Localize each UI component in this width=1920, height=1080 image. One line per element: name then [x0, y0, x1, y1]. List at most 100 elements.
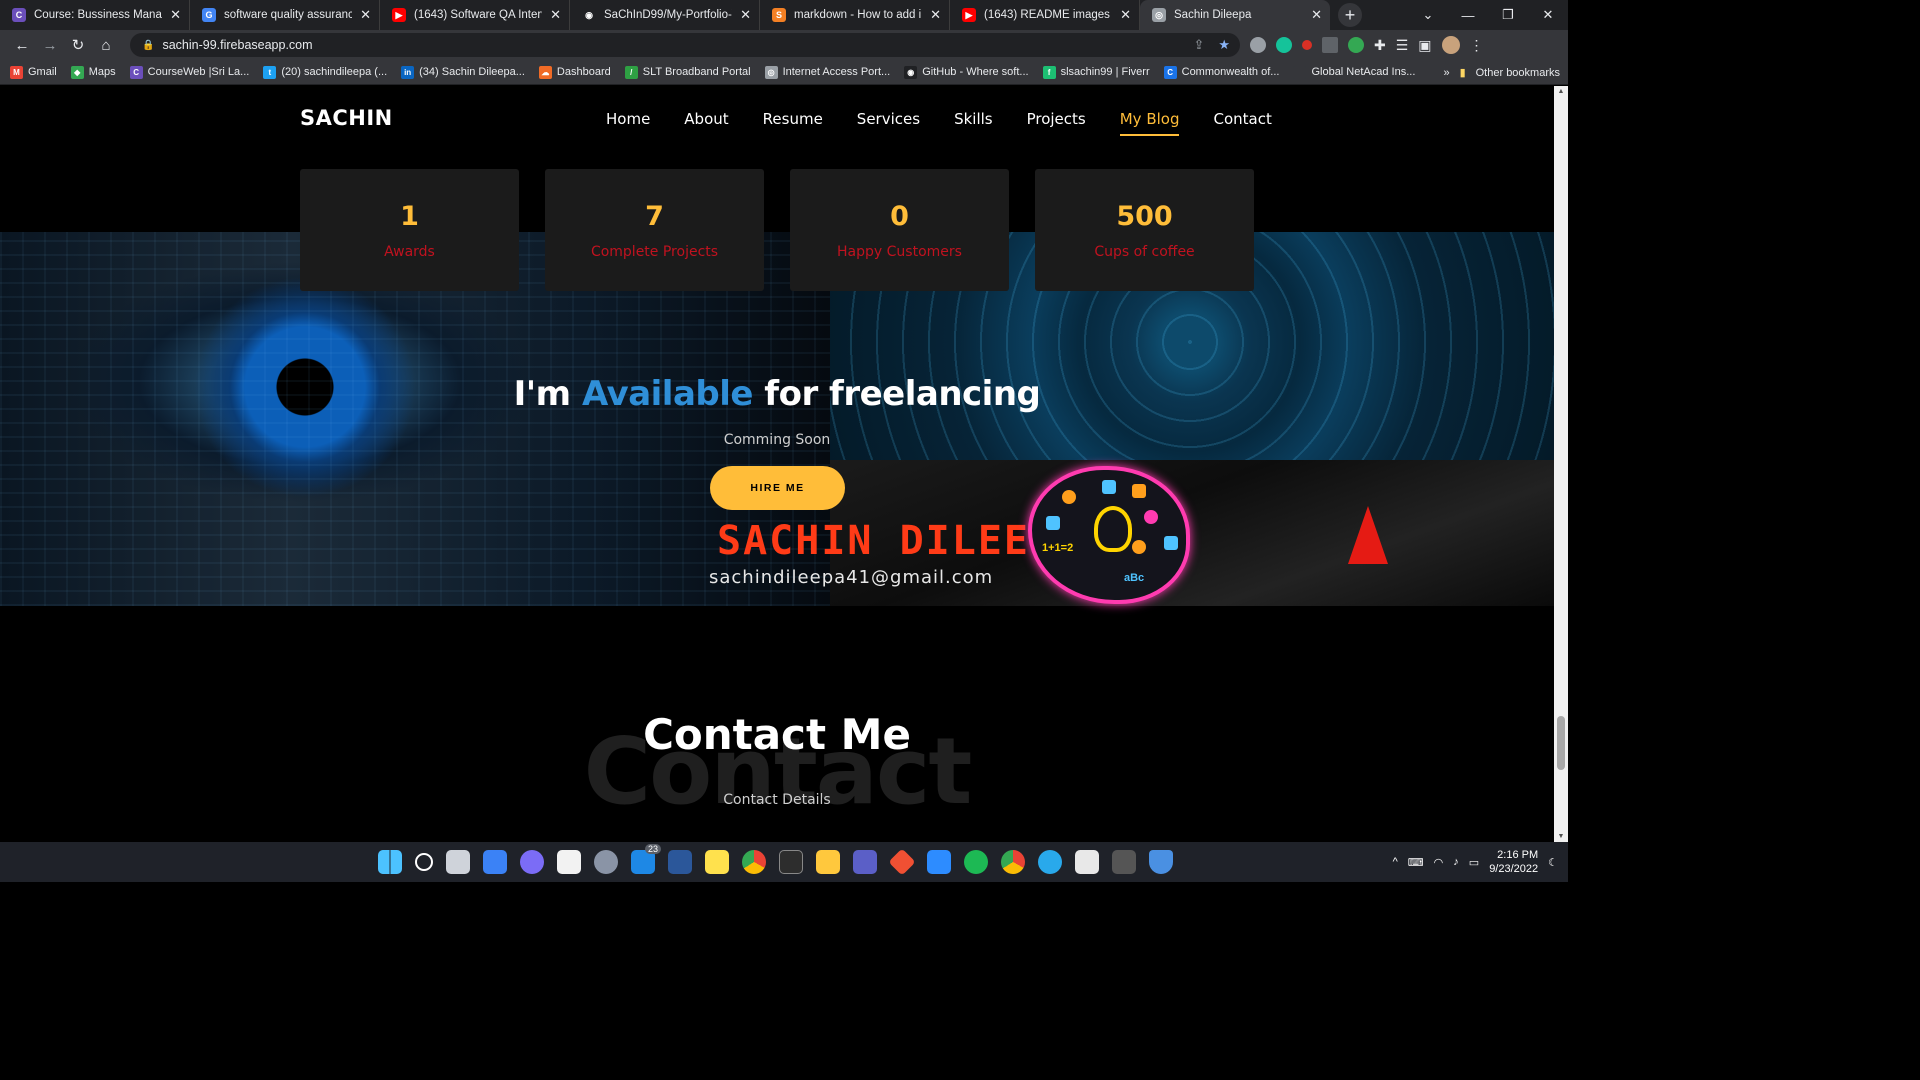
bookmark-item[interactable]: M Gmail [10, 65, 57, 79]
reload-icon[interactable]: ↻ [64, 36, 92, 54]
share-icon[interactable]: ⇪ [1193, 37, 1204, 53]
file-explorer-icon[interactable] [816, 850, 840, 874]
volume-icon[interactable]: ♪ [1453, 856, 1459, 868]
task-view-icon[interactable] [446, 850, 470, 874]
mail-icon[interactable]: 23 [631, 844, 661, 874]
hire-me-button[interactable]: HIRE ME [710, 466, 845, 510]
bookmark-item[interactable]: t (20) sachindileepa (... [263, 65, 387, 79]
site-brand[interactable]: SACHIN [300, 106, 393, 130]
nav-link-resume[interactable]: Resume [763, 110, 823, 132]
scroll-up-icon[interactable]: ▲ [1554, 88, 1568, 95]
nav-link-contact[interactable]: Contact [1213, 110, 1271, 132]
zoom-icon[interactable] [927, 850, 951, 874]
bookmark-item[interactable]: ◎ Internet Access Port... [764, 65, 890, 79]
bookmark-item[interactable]: ◉ GitHub - Where soft... [904, 65, 1029, 79]
browser-tab[interactable]: ▶ (1643) Software QA Interview ✕ [380, 0, 570, 30]
chart-icon [1102, 480, 1116, 494]
nav-link-skills[interactable]: Skills [954, 110, 993, 132]
git-icon[interactable] [888, 848, 916, 876]
bookmark-item[interactable]: C CourseWeb |Sri La... [129, 65, 249, 79]
tab-search-icon[interactable]: ⌄ [1408, 7, 1448, 23]
browser-tab[interactable]: ◎ Sachin Dileepa ✕ [1140, 0, 1330, 30]
window-icon[interactable] [1112, 850, 1136, 874]
keyboard-icon[interactable]: ⌨ [1408, 856, 1424, 869]
menu-icon[interactable]: ⋮ [1470, 37, 1484, 54]
close-tab-icon[interactable]: ✕ [170, 7, 181, 23]
bookmark-favicon-icon: C [129, 65, 143, 79]
bookmark-item[interactable]: / SLT Broadband Portal [624, 65, 751, 79]
scroll-thumb[interactable] [1557, 716, 1565, 770]
close-window-button[interactable]: ✕ [1528, 7, 1568, 23]
close-tab-icon[interactable]: ✕ [550, 7, 561, 23]
forward-icon[interactable]: → [36, 37, 64, 54]
restore-button[interactable]: ❐ [1488, 7, 1528, 23]
chrome-icon[interactable] [742, 850, 766, 874]
lock-icon[interactable]: 🔒 [142, 40, 154, 51]
counter-value: 7 [645, 201, 664, 232]
freelance-highlight: Available [581, 374, 754, 414]
page-scrollbar[interactable]: ▲ ▼ [1554, 86, 1568, 842]
close-tab-icon[interactable]: ✕ [740, 7, 751, 23]
bookmarks-overflow-button[interactable]: » [1443, 67, 1449, 79]
close-tab-icon[interactable]: ✕ [1311, 7, 1322, 23]
notification-icon[interactable]: ☾ [1548, 856, 1558, 869]
puzzle-icon[interactable]: ✚ [1374, 37, 1386, 54]
reading-list-icon[interactable]: ☰ [1396, 37, 1409, 54]
browser-tab[interactable]: Smarkdown - How to add ima ✕ [760, 0, 950, 30]
snipping-tool-icon[interactable] [1075, 850, 1099, 874]
chrome-alt-icon[interactable] [1001, 850, 1025, 874]
extension-icon[interactable] [1322, 37, 1338, 53]
bookmark-star-icon[interactable]: ★ [1218, 37, 1230, 53]
browser-tab[interactable]: ◉ SaChInD99/My-Portfolio-Web ✕ [570, 0, 760, 30]
bookmark-item[interactable]: ◆ Maps [70, 65, 116, 79]
close-tab-icon[interactable]: ✕ [930, 7, 941, 23]
bookmark-item[interactable]: in (34) Sachin Dileepa... [401, 65, 525, 79]
bookmark-item[interactable]: f slsachin99 | Fiverr [1042, 65, 1150, 79]
start-icon[interactable] [378, 850, 402, 874]
nav-link-projects[interactable]: Projects [1027, 110, 1086, 132]
home-icon[interactable]: ⌂ [92, 37, 120, 54]
bookmark-item[interactable]: ☁ Dashboard [538, 65, 611, 79]
back-icon[interactable]: ← [8, 37, 36, 54]
sticky-notes-icon[interactable] [705, 850, 729, 874]
scroll-down-icon[interactable]: ▼ [1554, 833, 1568, 840]
close-tab-icon[interactable]: ✕ [1120, 7, 1131, 23]
freelance-prefix: I'm [513, 374, 582, 414]
nav-link-my-blog[interactable]: My Blog [1119, 110, 1179, 136]
chat-icon[interactable] [520, 850, 544, 874]
teams-icon[interactable] [853, 850, 877, 874]
bookmark-item[interactable]: Global NetAcad Ins... [1293, 65, 1415, 79]
close-tab-icon[interactable]: ✕ [360, 7, 371, 23]
battery-icon[interactable]: ▭ [1469, 856, 1479, 869]
wifi-icon[interactable]: ◠ [1434, 856, 1444, 869]
minimize-button[interactable]: — [1448, 8, 1488, 23]
terminal-icon[interactable] [779, 850, 803, 874]
extension-icon[interactable] [1250, 37, 1266, 53]
bookmark-item[interactable]: C Commonwealth of... [1163, 65, 1279, 79]
other-bookmarks[interactable]: Other bookmarks [1476, 67, 1560, 79]
side-panel-icon[interactable]: ▣ [1418, 37, 1431, 54]
spotify-icon[interactable] [964, 850, 988, 874]
clock[interactable]: 2:16 PM 9/23/2022 [1489, 848, 1538, 876]
shield-icon[interactable] [1149, 850, 1173, 874]
telegram-icon[interactable] [1038, 850, 1062, 874]
search-icon[interactable] [415, 853, 433, 871]
browser-tab[interactable]: ▶ (1643) README images in Git ✕ [950, 0, 1140, 30]
extension-icon[interactable] [1348, 37, 1364, 53]
tab-favicon-icon: ▶ [392, 8, 406, 22]
widgets-icon[interactable] [483, 850, 507, 874]
nav-link-about[interactable]: About [684, 110, 728, 132]
extension-icon[interactable] [1302, 40, 1312, 50]
new-tab-button[interactable]: + [1338, 3, 1362, 27]
browser-tab[interactable]: Gsoftware quality assurance en ✕ [190, 0, 380, 30]
word-icon[interactable] [668, 850, 692, 874]
browser-tab[interactable]: C Course: Bussiness Manageme ✕ [0, 0, 190, 30]
grammarly-icon[interactable] [1276, 37, 1292, 53]
nav-link-services[interactable]: Services [857, 110, 920, 132]
avatar[interactable] [1441, 36, 1460, 54]
nav-link-home[interactable]: Home [606, 110, 650, 132]
settings-gear-icon[interactable] [594, 850, 618, 874]
tray-chevron-icon[interactable]: ^ [1393, 856, 1398, 868]
store-icon[interactable] [557, 850, 581, 874]
address-bar[interactable]: 🔒 sachin-99.firebaseapp.com ⇪ ★ [130, 33, 1240, 57]
